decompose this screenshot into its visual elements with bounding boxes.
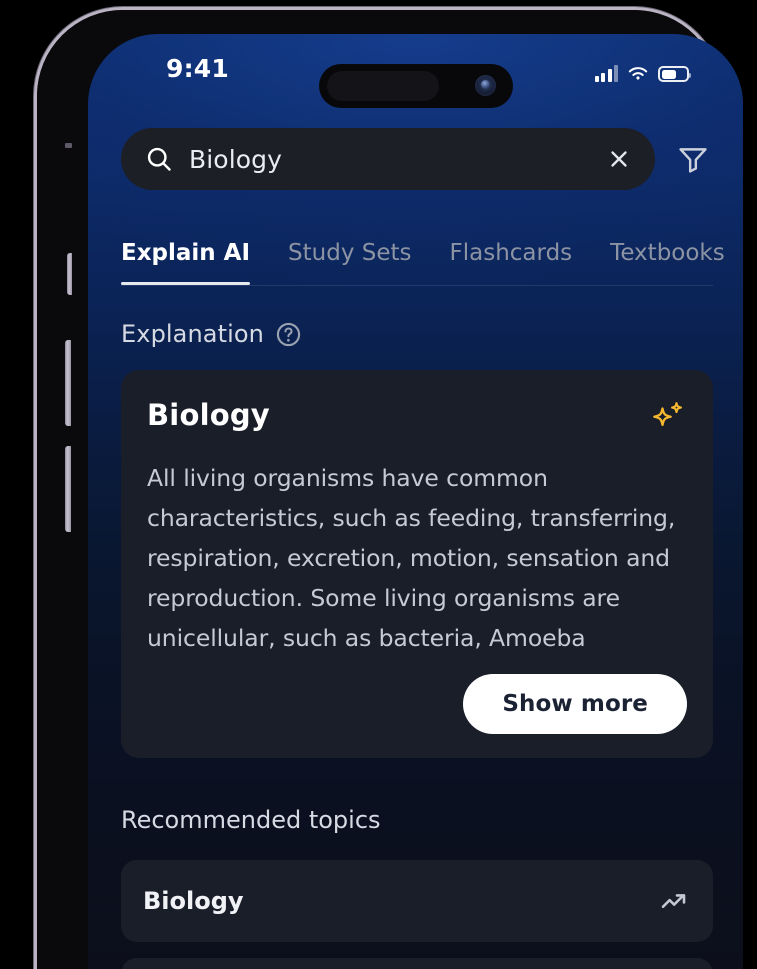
- question-circle-icon[interactable]: [275, 321, 302, 348]
- tab-bar: Explain AI Study Sets Flashcards Textboo…: [88, 230, 743, 286]
- wifi-icon: [628, 67, 648, 80]
- tab-divider: [121, 285, 713, 286]
- explanation-card-title: Biology: [147, 398, 270, 432]
- explanation-section-header: Explanation: [121, 320, 713, 348]
- main-content: Explanation Biology All living organisms…: [88, 292, 743, 969]
- status-indicators: [594, 60, 691, 82]
- silence-switch[interactable]: [67, 253, 72, 295]
- front-camera-icon: [474, 75, 496, 96]
- topic-card-biology[interactable]: Biology: [121, 860, 713, 942]
- search-icon: [147, 147, 171, 171]
- explanation-card: Biology All living organisms have common…: [121, 370, 713, 758]
- frame-seam-left: [65, 143, 72, 148]
- phone-screen: 9:41 Biology Explain AI Study Sets Flash…: [88, 34, 743, 969]
- search-field[interactable]: Biology: [121, 128, 655, 190]
- topic-card-next[interactable]: [121, 958, 713, 969]
- tab-flashcards[interactable]: Flashcards: [450, 240, 573, 276]
- search-input-value[interactable]: Biology: [189, 145, 589, 174]
- signal-bars-icon: [594, 65, 618, 82]
- recommended-topics-title: Recommended topics: [121, 806, 381, 834]
- screenshot-canvas: 9:41 Biology Explain AI Study Sets Flash…: [0, 0, 757, 969]
- clear-search-button[interactable]: [605, 145, 633, 173]
- filter-icon: [679, 148, 707, 173]
- battery-icon: [658, 66, 691, 82]
- filter-button[interactable]: [673, 139, 713, 179]
- phone-frame: 9:41 Biology Explain AI Study Sets Flash…: [37, 10, 743, 969]
- volume-down-button[interactable]: [65, 446, 71, 532]
- explanation-card-header: Biology: [147, 398, 687, 440]
- search-bar-row: Biology: [88, 128, 743, 190]
- tab-explain-ai[interactable]: Explain AI: [121, 240, 251, 285]
- close-icon: [611, 151, 627, 167]
- topic-label: Biology: [143, 887, 244, 915]
- sparkles-icon: [653, 402, 682, 427]
- tab-study-sets[interactable]: Study Sets: [288, 240, 411, 276]
- tab-list: Explain AI Study Sets Flashcards Textboo…: [121, 230, 725, 285]
- explanation-card-actions: Show more: [147, 674, 687, 734]
- explanation-card-body: All living organisms have common charact…: [147, 464, 676, 652]
- island-pill: [326, 71, 439, 101]
- tab-textbooks[interactable]: Textbooks: [610, 240, 725, 276]
- show-more-button[interactable]: Show more: [463, 674, 687, 734]
- explanation-title: Explanation: [121, 320, 264, 348]
- volume-up-button[interactable]: [65, 340, 71, 426]
- status-time: 9:41: [166, 54, 229, 83]
- trending-up-icon: [661, 894, 686, 909]
- dynamic-island: [318, 64, 513, 108]
